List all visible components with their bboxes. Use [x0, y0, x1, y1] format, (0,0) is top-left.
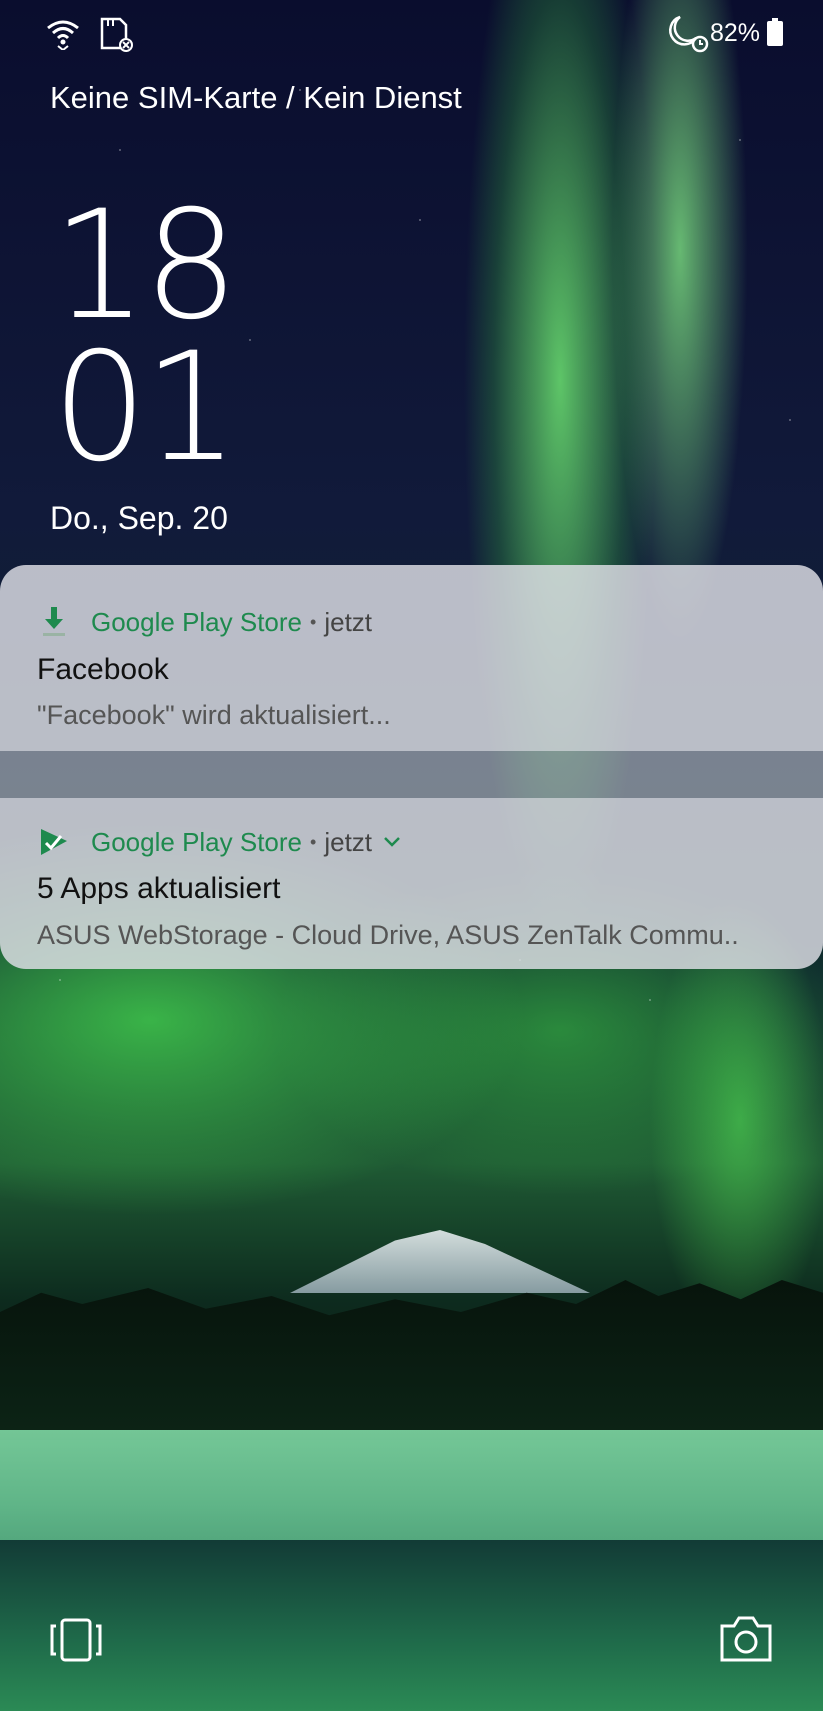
water — [0, 1540, 823, 1711]
notification-header: Google Play Store • jetzt — [37, 825, 402, 859]
clock: 18 01 — [52, 179, 239, 495]
separator-dot: • — [310, 611, 317, 632]
sd-card-icon — [100, 17, 133, 52]
chevron-down-icon[interactable] — [382, 835, 402, 849]
carrier-status: Keine SIM-Karte / Kein Dienst — [50, 80, 462, 115]
app-name: Google Play Store — [91, 826, 303, 857]
do-not-disturb-icon — [669, 15, 709, 53]
app-name: Google Play Store — [91, 606, 303, 637]
multitask-icon[interactable] — [48, 1618, 104, 1662]
date: Do., Sep. 20 — [50, 500, 228, 536]
notification-time: jetzt — [324, 826, 373, 857]
notification-divider — [0, 751, 823, 798]
forest — [0, 1280, 823, 1440]
battery-icon — [767, 18, 783, 46]
notification-text: "Facebook" wird aktualisiert... — [37, 700, 391, 730]
battery-percentage: 82% — [710, 19, 761, 47]
status-bar: 82% — [0, 0, 823, 70]
clock-hour: 18 — [52, 179, 239, 353]
update-done-icon — [41, 829, 67, 855]
notification-time: jetzt — [324, 606, 373, 637]
clock-minute: 01 — [52, 321, 239, 495]
notification-text: ASUS WebStorage - Cloud Drive, ASUS ZenT… — [37, 920, 739, 950]
download-icon — [43, 607, 65, 636]
camera-icon[interactable] — [718, 1614, 774, 1664]
notification-facebook-update[interactable]: Google Play Store • jetzt Facebook "Face… — [0, 565, 823, 751]
wifi-icon — [47, 20, 79, 50]
notification-apps-updated[interactable]: Google Play Store • jetzt 5 Apps aktuali… — [0, 798, 823, 969]
notification-header: Google Play Store • jetzt — [37, 605, 372, 639]
separator-dot: • — [310, 831, 317, 852]
notification-title: 5 Apps aktualisiert — [37, 872, 281, 905]
notification-title: Facebook — [37, 653, 169, 686]
